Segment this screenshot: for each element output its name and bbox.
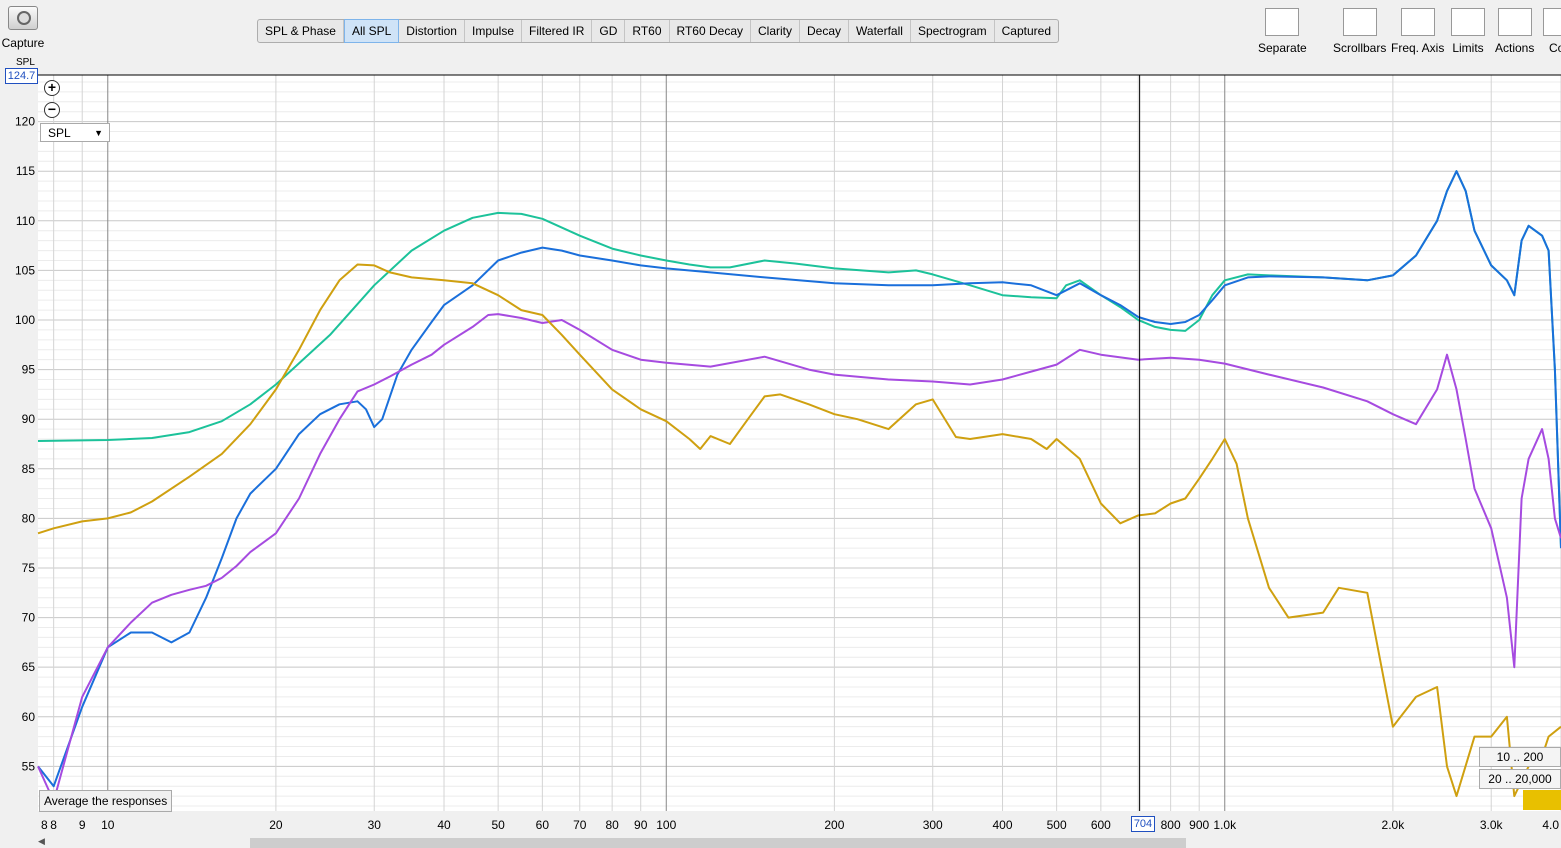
range-20-20000-button[interactable]: 20 .. 20,000 (1479, 769, 1561, 789)
x-tick-label: 70 (573, 818, 587, 832)
spl-dropdown[interactable]: SPL ▼ (40, 123, 110, 142)
y-tick-label: 95 (22, 363, 36, 377)
x-tick-label: 9 (79, 818, 86, 832)
x-tick-label: 4.0 (1542, 818, 1559, 832)
x-tick-label: 900 (1189, 818, 1209, 832)
y-tick-label: 120 (15, 115, 35, 129)
x-tick-label: 1.0k (1213, 818, 1237, 832)
cursor-frequency-readout[interactable]: 704 (1131, 816, 1155, 832)
zoom-out-icon[interactable]: − (44, 102, 60, 118)
y-tick-label: 80 (22, 511, 36, 525)
x-tick-label: 2.0k (1382, 818, 1406, 832)
y-tick-label: 55 (22, 759, 36, 773)
y-tick-label: 100 (15, 313, 35, 327)
x-tick-label: 600 (1091, 818, 1111, 832)
range-10-200-button[interactable]: 10 .. 200 (1479, 747, 1561, 767)
spl-plot[interactable]: 55 60 65 70 75 80 85 90 95 100 105 110 115 120 8 8 9 10 20… (0, 0, 1561, 848)
x-tick-label: 90 (634, 818, 648, 832)
x-tick-label: 40 (437, 818, 451, 832)
y-tick-label: 110 (16, 214, 35, 228)
y-tick-label: 65 (22, 660, 36, 674)
x-tick-label: 400 (992, 818, 1012, 832)
x-tick-label: 20 (269, 818, 283, 832)
x-tick-label: 80 (605, 818, 619, 832)
plot-area (38, 75, 1561, 811)
y-tick-label: 115 (16, 164, 35, 178)
x-tick-label: 300 (923, 818, 943, 832)
y-tick-label: 70 (22, 611, 36, 625)
y-tick-label: 85 (22, 462, 36, 476)
x-tick-label: 8 (41, 818, 48, 832)
y-tick-label: 60 (22, 710, 36, 724)
x-tick-label: 800 (1161, 818, 1181, 832)
x-tick-label: 3.0k (1480, 818, 1504, 832)
x-tick-label: 50 (491, 818, 505, 832)
scroll-left-icon[interactable]: ◀ (38, 836, 45, 847)
zoom-corner-buttons[interactable] (1523, 790, 1561, 810)
dropdown-value: SPL (48, 126, 71, 140)
y-tick-label: 90 (22, 412, 36, 426)
x-tick-label: 500 (1047, 818, 1067, 832)
x-tick-label: 10 (101, 818, 115, 832)
average-responses-button[interactable]: Average the responses (39, 790, 173, 812)
x-tick-label: 8 (50, 818, 57, 832)
chevron-down-icon: ▼ (94, 128, 103, 138)
y-tick-label: 105 (15, 263, 35, 277)
x-tick-label: 100 (656, 818, 676, 832)
x-tick-label: 200 (824, 818, 844, 832)
zoom-in-icon[interactable]: + (44, 80, 60, 96)
x-tick-label: 60 (536, 818, 550, 832)
y-tick-label: 75 (22, 561, 36, 575)
x-tick-label: 30 (368, 818, 382, 832)
scrollbar-thumb[interactable] (250, 838, 1186, 848)
